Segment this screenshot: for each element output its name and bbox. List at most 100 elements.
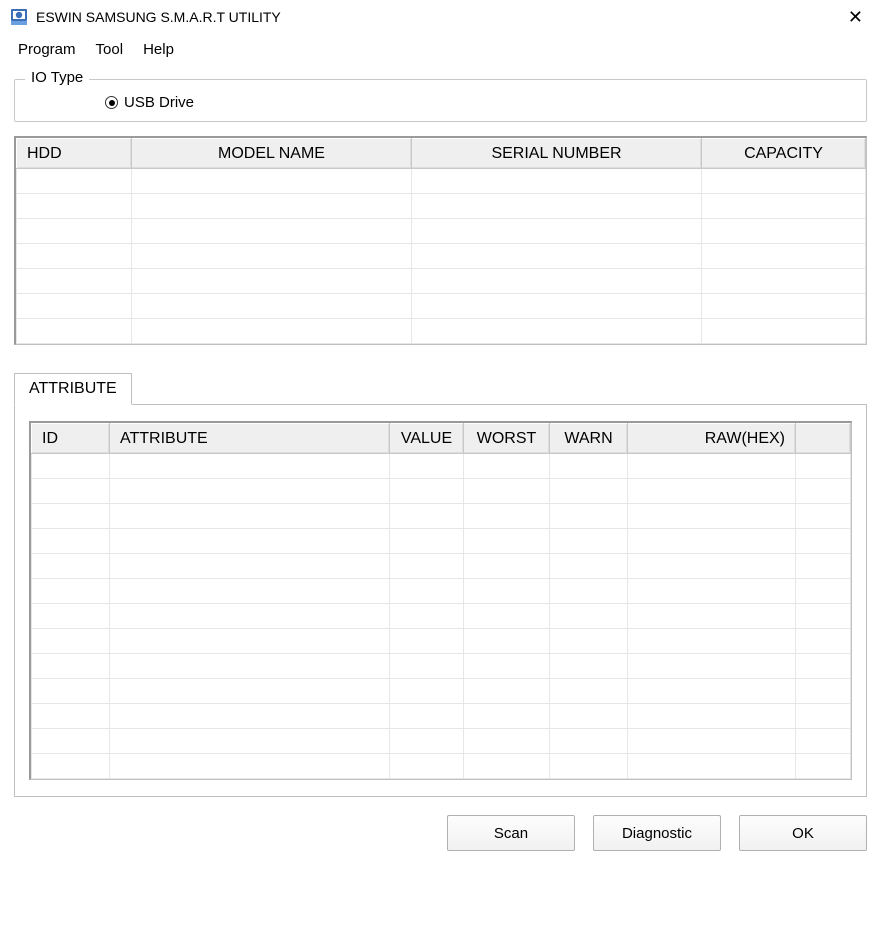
cell-worst [464,479,550,504]
table-row[interactable] [17,269,866,294]
cell-hdd [17,169,132,194]
cell-worst [464,529,550,554]
table-row[interactable] [17,319,866,344]
cell-warn [550,454,628,479]
cell-extra [796,754,851,779]
cell-worst [464,504,550,529]
table-row[interactable] [32,529,851,554]
cell-value [390,479,464,504]
table-row[interactable] [32,654,851,679]
radio-dot-icon [105,96,118,109]
cell-hdd [17,269,132,294]
col-id[interactable]: ID [32,424,110,454]
cell-value [390,754,464,779]
cell-worst [464,454,550,479]
cell-warn [550,729,628,754]
menu-tool[interactable]: Tool [86,38,134,61]
cell-warn [550,679,628,704]
table-row[interactable] [17,294,866,319]
table-row[interactable] [32,479,851,504]
ok-button[interactable]: OK [739,815,867,851]
cell-worst [464,729,550,754]
cell-warn [550,629,628,654]
table-row[interactable] [32,504,851,529]
col-warn[interactable]: WARN [550,424,628,454]
table-row[interactable] [32,554,851,579]
attribute-table: ID ATTRIBUTE VALUE WORST WARN RAW(HEX) [29,421,852,780]
cell-id [32,479,110,504]
cell-value [390,704,464,729]
cell-capacity [702,244,866,269]
cell-id [32,629,110,654]
cell-warn [550,579,628,604]
table-row[interactable] [32,704,851,729]
cell-worst [464,629,550,654]
table-row[interactable] [32,454,851,479]
tab-panel-attribute: ID ATTRIBUTE VALUE WORST WARN RAW(HEX) [14,404,867,797]
cell-attribute [110,579,390,604]
table-row[interactable] [17,244,866,269]
cell-value [390,654,464,679]
io-type-legend: IO Type [25,69,89,86]
col-extra[interactable] [796,424,851,454]
col-hdd[interactable]: HDD [17,139,132,169]
cell-worst [464,754,550,779]
table-row[interactable] [32,604,851,629]
tab-attribute[interactable]: ATTRIBUTE [14,373,132,405]
menu-help[interactable]: Help [133,38,184,61]
col-capacity[interactable]: CAPACITY [702,139,866,169]
button-row: Scan Diagnostic OK [14,815,867,851]
cell-attribute [110,504,390,529]
cell-raw [628,454,796,479]
hdd-table-body [17,169,866,344]
cell-extra [796,654,851,679]
cell-raw [628,629,796,654]
cell-serial [412,269,702,294]
cell-extra [796,704,851,729]
menu-program[interactable]: Program [8,38,86,61]
cell-model [132,219,412,244]
cell-attribute [110,529,390,554]
cell-extra [796,554,851,579]
cell-value [390,529,464,554]
table-row[interactable] [32,579,851,604]
cell-raw [628,654,796,679]
cell-value [390,629,464,654]
cell-warn [550,479,628,504]
cell-raw [628,529,796,554]
col-attribute[interactable]: ATTRIBUTE [110,424,390,454]
cell-id [32,504,110,529]
usb-drive-radio[interactable]: USB Drive [105,94,854,111]
cell-value [390,729,464,754]
table-row[interactable] [17,169,866,194]
io-type-group: IO Type USB Drive [14,79,867,122]
table-row[interactable] [17,219,866,244]
cell-warn [550,654,628,679]
scan-button[interactable]: Scan [447,815,575,851]
cell-id [32,579,110,604]
table-row[interactable] [32,679,851,704]
cell-warn [550,504,628,529]
table-row[interactable] [17,194,866,219]
cell-attribute [110,629,390,654]
col-worst[interactable]: WORST [464,424,550,454]
cell-attribute [110,554,390,579]
table-row[interactable] [32,729,851,754]
diagnostic-button[interactable]: Diagnostic [593,815,721,851]
col-model[interactable]: MODEL NAME [132,139,412,169]
cell-id [32,704,110,729]
cell-extra [796,729,851,754]
cell-capacity [702,169,866,194]
cell-capacity [702,294,866,319]
col-serial[interactable]: SERIAL NUMBER [412,139,702,169]
cell-model [132,269,412,294]
table-row[interactable] [32,754,851,779]
table-row[interactable] [32,629,851,654]
cell-warn [550,704,628,729]
col-value[interactable]: VALUE [390,424,464,454]
close-icon[interactable]: ✕ [840,4,871,30]
cell-attribute [110,679,390,704]
col-raw[interactable]: RAW(HEX) [628,424,796,454]
cell-hdd [17,194,132,219]
cell-serial [412,194,702,219]
